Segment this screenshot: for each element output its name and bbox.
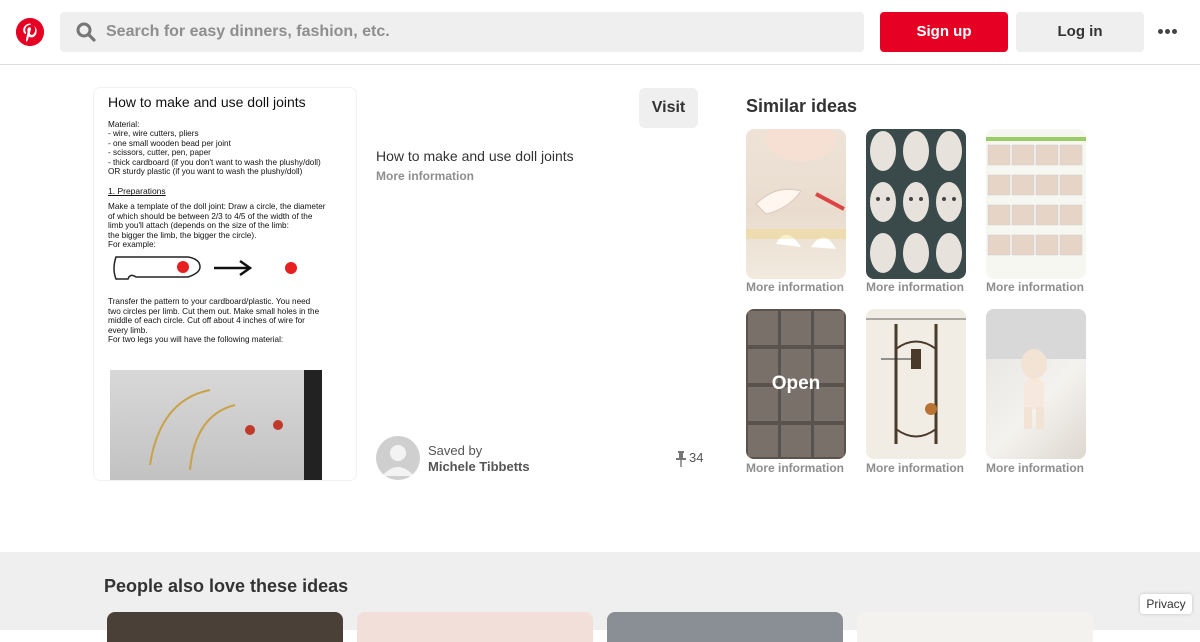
top-nav: Sign up Log in (0, 0, 1200, 65)
similar-thumbnail[interactable]: Open (746, 309, 846, 459)
people-also-love-section: People also love these ideas (0, 552, 1200, 642)
idea-card[interactable] (357, 612, 593, 642)
people-also-love-heading: People also love these ideas (104, 576, 349, 596)
pushpin-icon (676, 450, 686, 467)
similar-thumbnail[interactable] (866, 309, 966, 459)
pin-more-information-link[interactable]: More information (376, 169, 474, 183)
save-count-value: 34 (689, 450, 704, 465)
image-doc-transfer: Transfer the pattern to your cardboard/p… (108, 297, 320, 345)
search-input[interactable] (106, 12, 846, 52)
more-options-icon[interactable] (1158, 29, 1178, 35)
similar-more-information-link[interactable]: More information (866, 461, 964, 475)
sign-up-button[interactable]: Sign up (880, 12, 1008, 52)
image-doc-material: Material: - wire, wire cutters, pliers -… (108, 120, 321, 177)
similar-more-information-link[interactable]: More information (746, 280, 844, 294)
image-doc-section: 1. Preparations (108, 186, 166, 197)
saved-by-label: Saved by (428, 443, 483, 458)
save-count: 34 (676, 450, 703, 467)
similar-thumbnail[interactable] (746, 129, 846, 279)
similar-more-information-link[interactable]: More information (866, 280, 964, 294)
idea-card[interactable] (857, 612, 1093, 642)
similar-more-information-link[interactable]: More information (746, 461, 844, 475)
search-bar[interactable] (60, 12, 864, 52)
pin-title[interactable]: How to make and use doll joints (376, 148, 574, 164)
avatar[interactable] (376, 436, 420, 480)
image-doc-prep: Make a template of the doll joint: Draw … (108, 202, 326, 250)
similar-ideas-heading: Similar ideas (746, 96, 858, 116)
similar-more-information-link[interactable]: More information (986, 280, 1084, 294)
idea-card[interactable] (107, 612, 343, 642)
pin-image-document: How to make and use doll joints Material… (108, 94, 348, 345)
materials-photo (110, 370, 322, 480)
joint-diagram (113, 256, 297, 281)
image-doc-title: How to make and use doll joints (108, 94, 306, 110)
idea-card[interactable] (607, 612, 843, 642)
search-icon (76, 22, 96, 42)
log-in-button[interactable]: Log in (1016, 12, 1144, 52)
open-button[interactable]: Open (746, 309, 846, 459)
pin-image[interactable]: How to make and use doll joints Material… (94, 88, 356, 480)
saved-by-user-link[interactable]: Michele Tibbetts (428, 459, 530, 474)
similar-thumbnail[interactable] (986, 129, 1086, 279)
similar-more-information-link[interactable]: More information (986, 461, 1084, 475)
privacy-link[interactable]: Privacy (1140, 594, 1192, 614)
similar-thumbnail[interactable] (986, 309, 1086, 459)
visit-button[interactable]: Visit (639, 88, 698, 128)
pinterest-logo-icon[interactable] (16, 18, 44, 46)
similar-thumbnail[interactable] (866, 129, 966, 279)
